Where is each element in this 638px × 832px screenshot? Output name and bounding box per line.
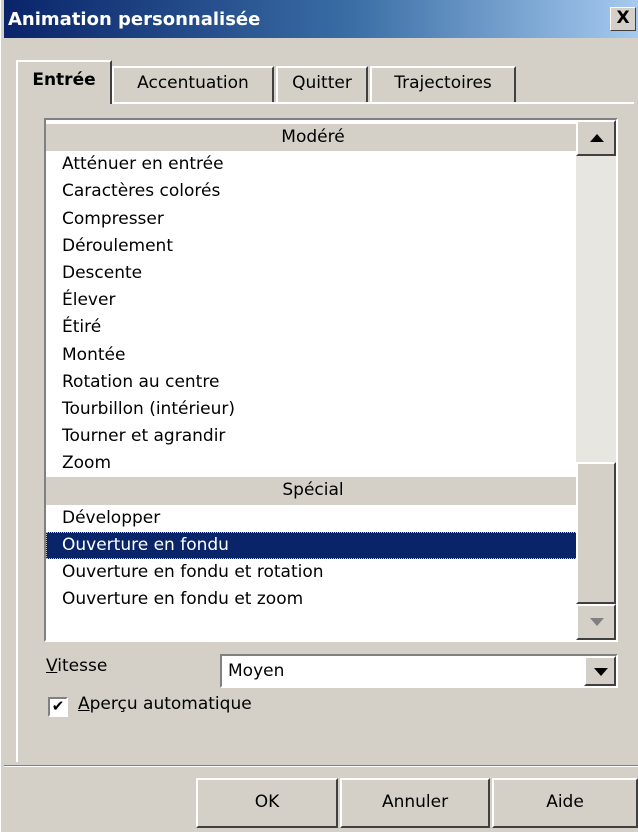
button-separator <box>4 765 638 767</box>
title-bar[interactable]: Animation personnalisée X <box>4 0 638 38</box>
ok-button[interactable]: OK <box>196 778 338 828</box>
tab-quitter-label: Quitter <box>292 73 352 93</box>
tab-entree-label: Entrée <box>32 70 96 90</box>
window-frame <box>0 0 4 832</box>
tab-entree[interactable]: Entrée <box>16 60 112 104</box>
tab-trajectoires-label: Trajectoires <box>394 73 492 93</box>
close-button[interactable]: X <box>610 7 636 31</box>
tab-quitter[interactable]: Quitter <box>276 66 368 103</box>
window-title: Animation personnalisée <box>8 9 261 30</box>
cancel-button[interactable]: Annuler <box>340 778 490 828</box>
help-button[interactable]: Aide <box>492 778 638 828</box>
tab-accentuation[interactable]: Accentuation <box>112 66 274 103</box>
tab-trajectoires[interactable]: Trajectoires <box>370 66 516 103</box>
tab-accentuation-label: Accentuation <box>137 73 249 93</box>
tab-panel-entree <box>16 102 634 762</box>
